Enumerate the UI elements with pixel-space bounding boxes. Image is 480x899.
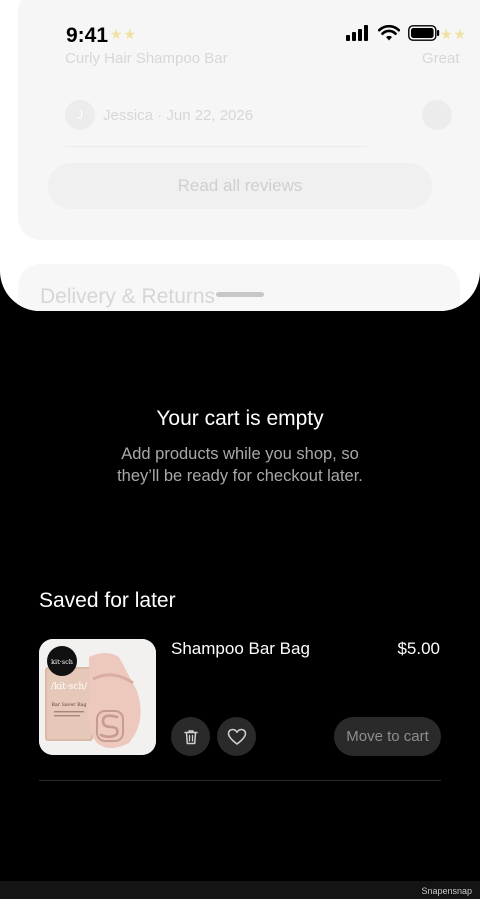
empty-cart-title: Your cart is empty xyxy=(156,407,324,430)
heart-icon xyxy=(227,728,246,745)
trash-icon xyxy=(183,729,198,744)
empty-cart-subtitle: Add products while you shop, so they’ll … xyxy=(117,445,363,485)
review-divider xyxy=(65,146,367,147)
package-label-text: Bar Saver Bag xyxy=(51,702,86,708)
status-bar: 9:41 xyxy=(0,0,480,70)
move-to-cart-button[interactable]: Move to cart xyxy=(334,717,441,756)
item-divider xyxy=(39,780,441,781)
cellular-signal-icon xyxy=(346,25,368,41)
next-reviewer-row xyxy=(422,100,452,130)
saved-for-later-heading: Saved for later xyxy=(39,589,176,612)
background-product-sheet: ★★ ★★ Curly Hair Shampoo Bar Great J Jes… xyxy=(0,0,480,311)
wifi-icon xyxy=(378,25,400,41)
read-all-reviews-button[interactable]: Read all reviews xyxy=(48,163,432,209)
remove-item-button[interactable] xyxy=(171,717,210,756)
reviewer-meta: Jessica · Jun 22, 2026 xyxy=(103,106,254,124)
product-name[interactable]: Shampoo Bar Bag xyxy=(171,639,310,659)
product-price: $5.00 xyxy=(397,639,440,658)
footer-bar xyxy=(0,881,480,899)
next-reviewer-avatar xyxy=(422,100,452,130)
status-icons xyxy=(346,25,440,41)
reviewer-row: J Jessica · Jun 22, 2026 xyxy=(65,100,253,130)
status-time: 9:41 xyxy=(66,24,109,47)
package-brand-text: /kit·sch/ xyxy=(51,682,88,692)
favorite-button[interactable] xyxy=(217,717,256,756)
reviewer-avatar: J xyxy=(65,100,95,130)
sheet-grabber-handle[interactable] xyxy=(216,292,264,297)
delivery-heading: Delivery & Returns xyxy=(40,285,216,308)
brand-badge-text: kit·sch xyxy=(51,658,73,666)
product-image[interactable]: kit·sch /kit·sch/ Bar Saver Bag xyxy=(39,639,156,755)
watermark: Snapensnap xyxy=(421,886,472,896)
battery-icon xyxy=(408,25,440,41)
